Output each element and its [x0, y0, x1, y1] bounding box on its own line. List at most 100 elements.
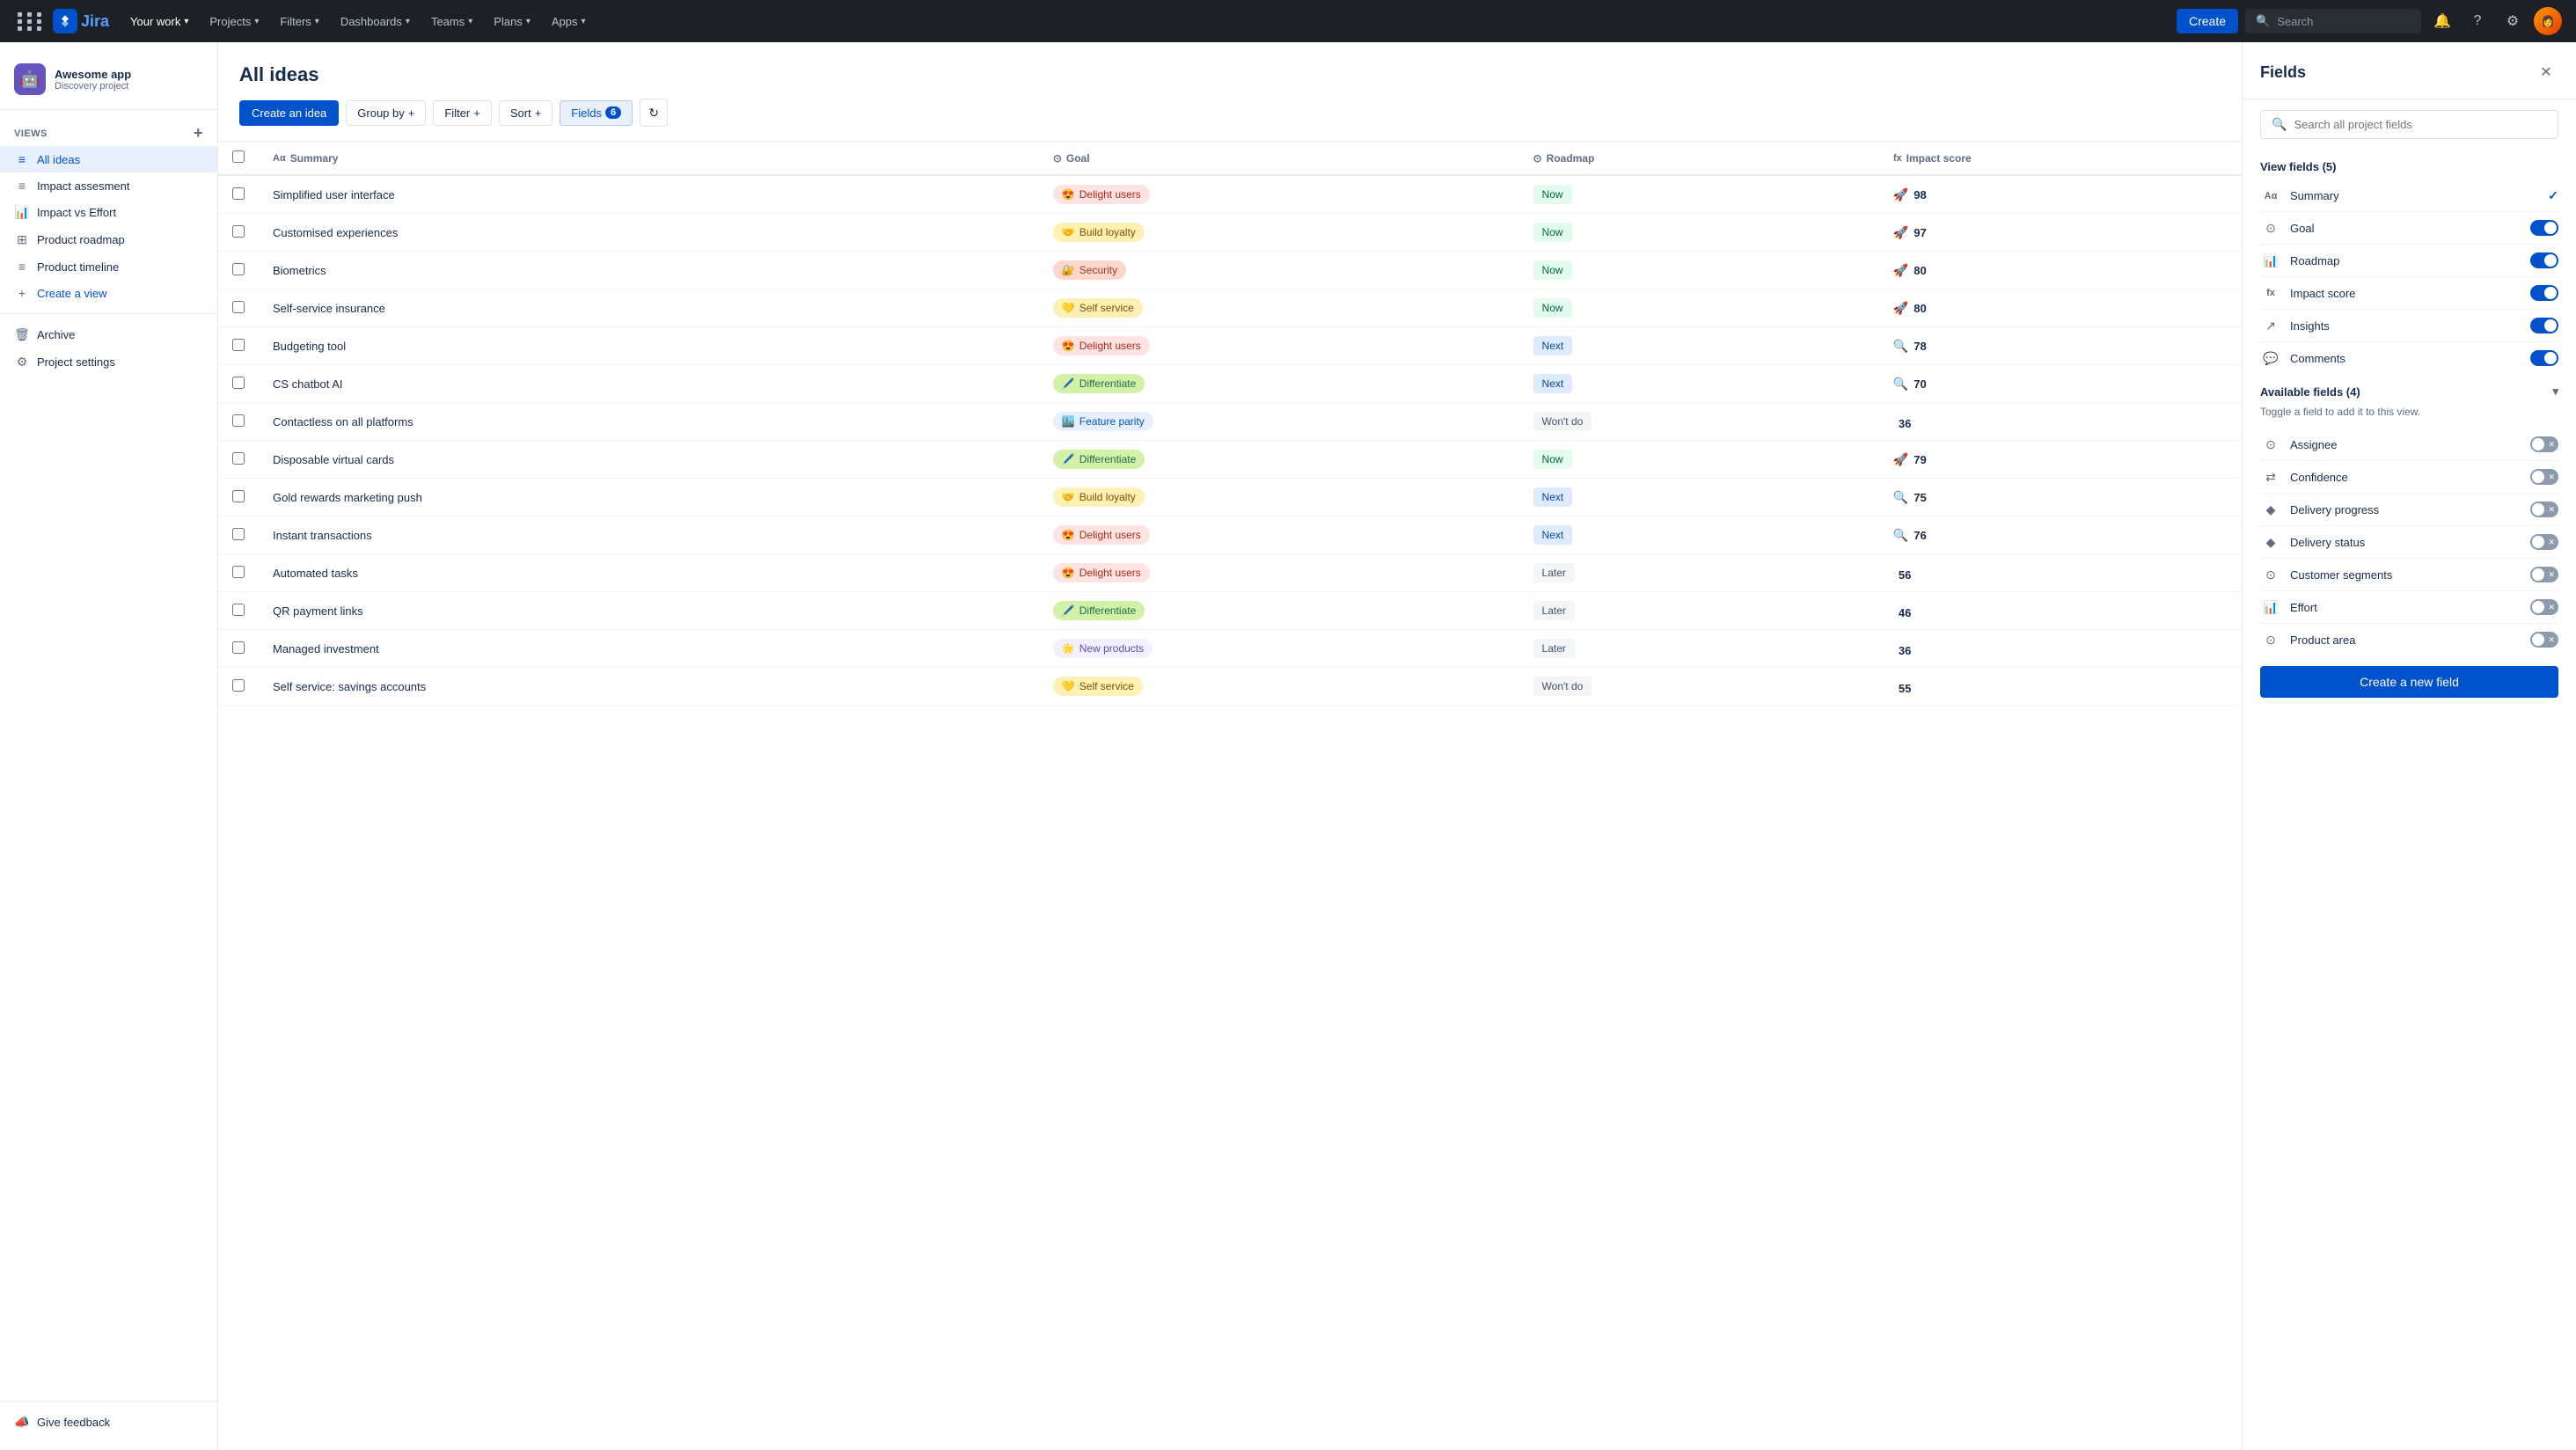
nav-create-button[interactable]: Create [2177, 9, 2238, 33]
row-goal-cell[interactable]: 🤝 Build loyalty [1039, 479, 1519, 516]
row-checkbox[interactable] [232, 604, 245, 616]
row-roadmap-cell[interactable]: Next [1519, 365, 1879, 403]
row-goal-tag[interactable]: 💛 Self service [1053, 298, 1143, 318]
sidebar-item-product-timeline[interactable]: ≡ Product timeline [0, 253, 217, 280]
nav-projects[interactable]: Projects ▾ [202, 11, 266, 32]
col-summary-header[interactable]: Aα Summary [259, 142, 1039, 175]
row-goal-cell[interactable]: 🖊️ Differentiate [1039, 365, 1519, 403]
col-goal-header[interactable]: ⊙ Goal [1039, 142, 1519, 175]
nav-your-work[interactable]: Your work ▾ [123, 11, 195, 32]
available-fields-collapse[interactable]: ▾ [2552, 384, 2558, 399]
row-summary-cell[interactable]: Biometrics [259, 252, 1039, 289]
row-roadmap-badge[interactable]: Now [1533, 185, 1572, 204]
row-roadmap-badge[interactable]: Now [1533, 298, 1572, 318]
row-roadmap-badge[interactable]: Later [1533, 601, 1575, 620]
row-roadmap-cell[interactable]: Now [1519, 441, 1879, 479]
effort-toggle[interactable] [2530, 599, 2558, 615]
row-goal-tag[interactable]: 😍 Delight users [1053, 185, 1150, 204]
help-button[interactable]: ? [2463, 7, 2492, 35]
row-goal-cell[interactable]: 🖊️ Differentiate [1039, 441, 1519, 479]
row-goal-tag[interactable]: 😍 Delight users [1053, 563, 1150, 582]
apps-grid-icon[interactable] [14, 9, 48, 34]
row-roadmap-cell[interactable]: Later [1519, 592, 1879, 630]
row-roadmap-badge[interactable]: Won't do [1533, 677, 1592, 696]
row-goal-tag[interactable]: 😍 Delight users [1053, 525, 1150, 545]
sidebar-item-impact-effort[interactable]: 📊 Impact vs Effort [0, 199, 217, 226]
row-checkbox[interactable] [232, 263, 245, 275]
sidebar-project[interactable]: 🤖 Awesome app Discovery project [0, 56, 217, 110]
fields-button[interactable]: Fields 6 [560, 100, 633, 126]
row-goal-cell[interactable]: 🌟 New products [1039, 630, 1519, 668]
row-roadmap-cell[interactable]: Now [1519, 214, 1879, 252]
row-roadmap-cell[interactable]: Won't do [1519, 668, 1879, 706]
assignee-toggle[interactable] [2530, 436, 2558, 452]
row-goal-cell[interactable]: 💛 Self service [1039, 289, 1519, 327]
row-summary-cell[interactable]: Managed investment [259, 630, 1039, 668]
row-checkbox[interactable] [232, 679, 245, 692]
row-checkbox[interactable] [232, 566, 245, 578]
row-goal-tag[interactable]: 🖊️ Differentiate [1053, 450, 1145, 469]
create-new-field-button[interactable]: Create a new field [2260, 666, 2558, 698]
row-summary-cell[interactable]: Instant transactions [259, 516, 1039, 554]
filter-button[interactable]: Filter + [433, 100, 491, 126]
row-summary-cell[interactable]: Gold rewards marketing push [259, 479, 1039, 516]
group-by-button[interactable]: Group by + [346, 100, 426, 126]
row-goal-cell[interactable]: 🖊️ Differentiate [1039, 592, 1519, 630]
row-roadmap-cell[interactable]: Next [1519, 327, 1879, 365]
row-roadmap-cell[interactable]: Now [1519, 289, 1879, 327]
user-avatar[interactable]: 👩 [2534, 7, 2562, 35]
row-goal-cell[interactable]: 😍 Delight users [1039, 175, 1519, 214]
col-impact-header[interactable]: fx Impact score [1879, 142, 2242, 175]
row-goal-cell[interactable]: 🤝 Build loyalty [1039, 214, 1519, 252]
row-goal-tag[interactable]: 💛 Self service [1053, 677, 1143, 696]
row-goal-cell[interactable]: 🏙️ Feature parity [1039, 403, 1519, 441]
impact-toggle[interactable] [2530, 285, 2558, 301]
row-goal-cell[interactable]: 😍 Delight users [1039, 327, 1519, 365]
row-goal-tag[interactable]: 🖊️ Differentiate [1053, 374, 1145, 393]
row-goal-tag[interactable]: 😍 Delight users [1053, 336, 1150, 355]
row-summary-cell[interactable]: Simplified user interface [259, 175, 1039, 214]
row-goal-tag[interactable]: 🤝 Build loyalty [1053, 223, 1145, 242]
confidence-toggle[interactable] [2530, 469, 2558, 485]
row-summary-cell[interactable]: CS chatbot AI [259, 365, 1039, 403]
sidebar-item-product-roadmap[interactable]: ⊞ Product roadmap [0, 226, 217, 253]
row-checkbox[interactable] [232, 452, 245, 465]
fields-search-input[interactable] [2294, 118, 2547, 131]
row-roadmap-badge[interactable]: Now [1533, 450, 1572, 469]
row-goal-tag[interactable]: 🔐 Security [1053, 260, 1126, 280]
row-checkbox[interactable] [232, 490, 245, 502]
sidebar-item-impact-assessment[interactable]: ≡ Impact assesment [0, 172, 217, 199]
roadmap-toggle[interactable] [2530, 253, 2558, 268]
row-roadmap-badge[interactable]: Next [1533, 487, 1573, 507]
add-view-icon[interactable]: + [194, 124, 203, 143]
row-roadmap-badge[interactable]: Next [1533, 374, 1573, 393]
row-checkbox[interactable] [232, 225, 245, 238]
row-roadmap-badge[interactable]: Now [1533, 260, 1572, 280]
row-checkbox[interactable] [232, 377, 245, 389]
row-goal-cell[interactable]: 🔐 Security [1039, 252, 1519, 289]
row-roadmap-cell[interactable]: Later [1519, 630, 1879, 668]
row-checkbox[interactable] [232, 414, 245, 427]
delivery-status-toggle[interactable] [2530, 534, 2558, 550]
nav-filters[interactable]: Filters ▾ [273, 11, 326, 32]
product-area-toggle[interactable] [2530, 632, 2558, 648]
row-summary-cell[interactable]: Self-service insurance [259, 289, 1039, 327]
nav-logo[interactable]: Jira [14, 9, 109, 34]
row-summary-cell[interactable]: Automated tasks [259, 554, 1039, 592]
row-roadmap-cell[interactable]: Won't do [1519, 403, 1879, 441]
nav-search[interactable]: 🔍 Search [2245, 9, 2421, 33]
row-goal-tag[interactable]: 🏙️ Feature parity [1053, 412, 1153, 431]
insights-toggle[interactable] [2530, 318, 2558, 333]
row-checkbox[interactable] [232, 641, 245, 654]
notifications-button[interactable]: 🔔 [2428, 7, 2456, 35]
row-roadmap-cell[interactable]: Next [1519, 516, 1879, 554]
select-all-checkbox[interactable] [232, 150, 245, 163]
sidebar-item-archive[interactable]: 🗑 Archive [0, 321, 217, 348]
delivery-progress-toggle[interactable] [2530, 502, 2558, 517]
nav-dashboards[interactable]: Dashboards ▾ [333, 11, 417, 32]
row-summary-cell[interactable]: Budgeting tool [259, 327, 1039, 365]
sidebar-item-project-settings[interactable]: ⚙ Project settings [0, 348, 217, 376]
row-roadmap-badge[interactable]: Next [1533, 525, 1573, 545]
row-goal-tag[interactable]: 🤝 Build loyalty [1053, 487, 1145, 507]
create-idea-button[interactable]: Create an idea [239, 100, 339, 126]
